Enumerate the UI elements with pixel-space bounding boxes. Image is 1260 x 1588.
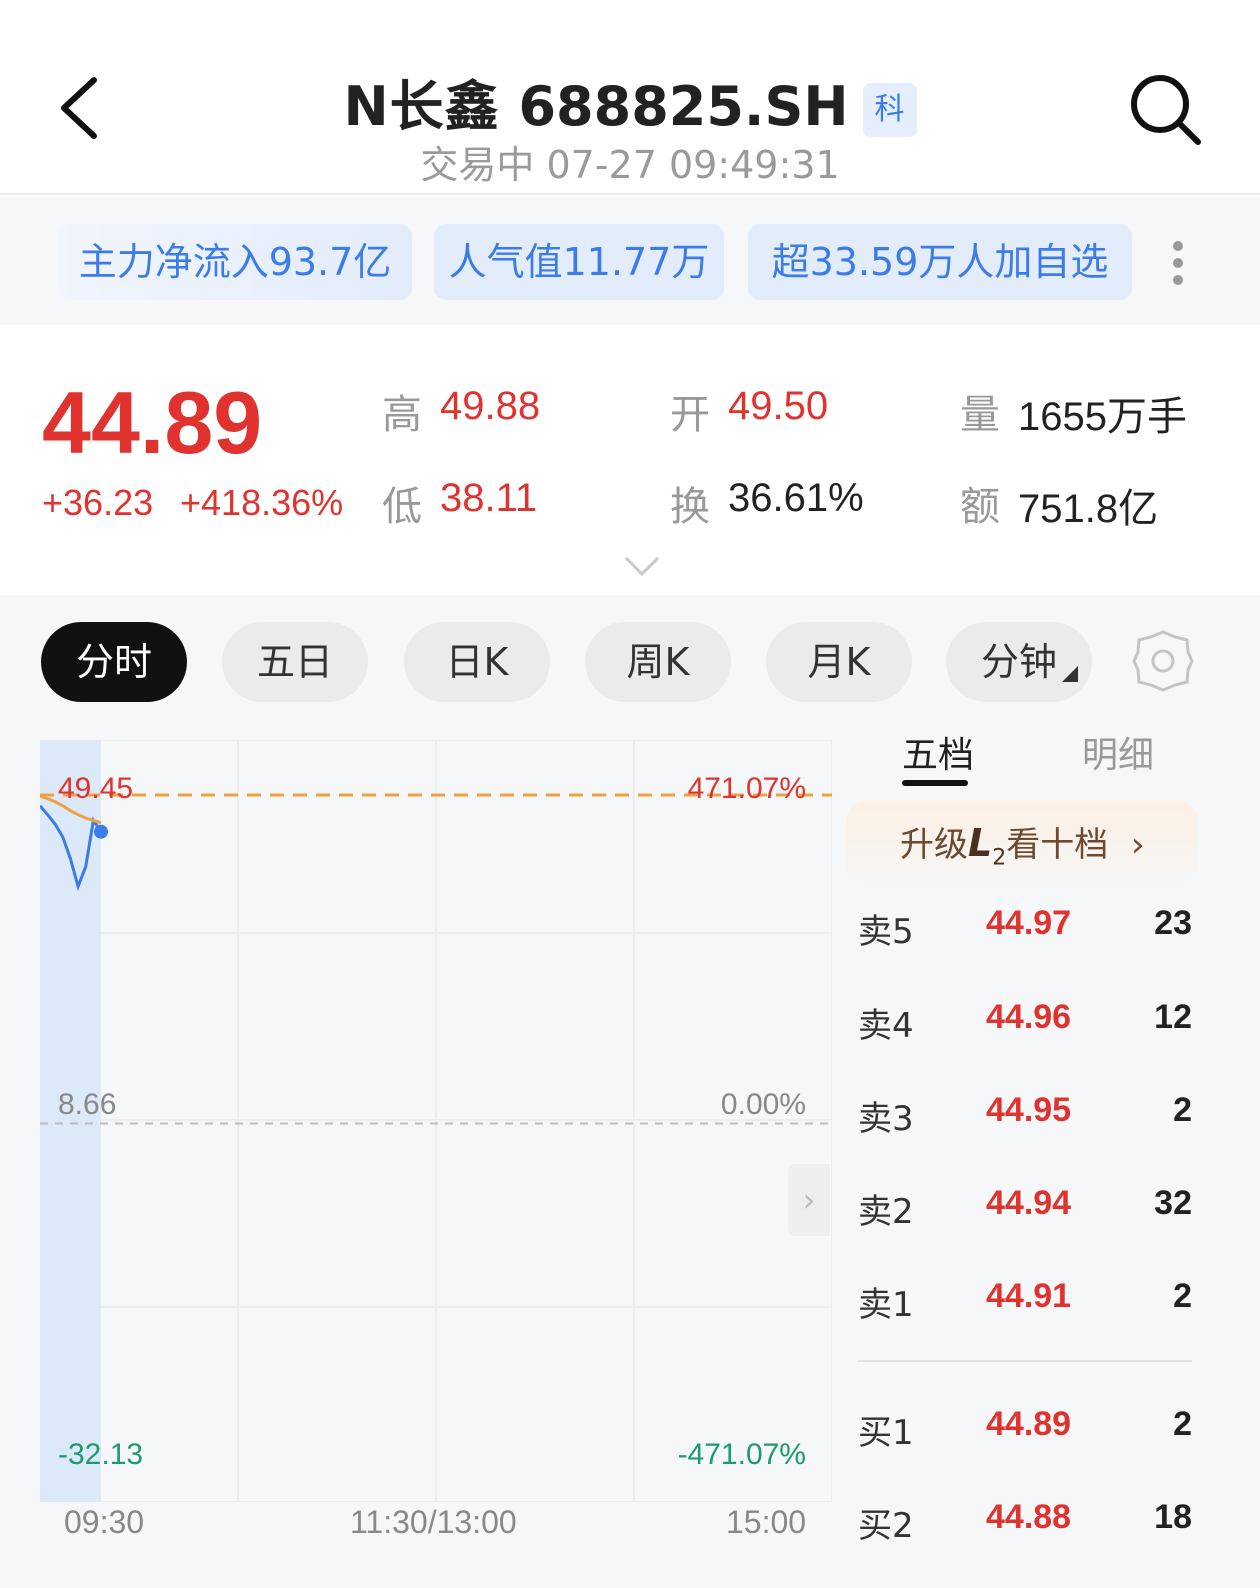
ask-price: 44.96 xyxy=(986,998,1072,1036)
bid-volume: 18 xyxy=(1154,1498,1192,1536)
bid-row[interactable]: 买1 44.89 2 xyxy=(858,1405,1192,1465)
price-change: +36.23 xyxy=(42,482,154,523)
x-axis-label-end: 15:00 xyxy=(726,1504,807,1540)
popularity-tag[interactable]: 人气值11.77万 xyxy=(434,224,724,300)
trading-status: 交易中 07-27 09:49:31 xyxy=(420,143,840,187)
ask-label: 卖1 xyxy=(858,1285,914,1325)
tab-active-indicator xyxy=(902,780,968,786)
tab-trade-detail[interactable]: 明细 xyxy=(1082,726,1154,778)
order-book-divider xyxy=(858,1360,1192,1362)
ask-row[interactable]: 卖1 44.91 2 xyxy=(858,1277,1192,1337)
low-label: 低 xyxy=(382,484,422,530)
ask-volume: 32 xyxy=(1154,1184,1192,1222)
bid-label: 买1 xyxy=(858,1413,914,1453)
tab-daily-k[interactable]: 日K xyxy=(404,622,550,702)
high-value: 49.88 xyxy=(440,384,541,428)
x-axis-label-mid: 11:30/13:00 xyxy=(350,1504,517,1540)
ask-volume: 2 xyxy=(1173,1091,1192,1129)
open-value: 49.50 xyxy=(728,384,829,428)
tab-five-levels[interactable]: 五档 xyxy=(902,726,974,778)
ask-label: 卖3 xyxy=(858,1099,914,1139)
ask-label: 卖2 xyxy=(858,1192,914,1232)
ask-price: 44.91 xyxy=(986,1277,1072,1315)
ask-row[interactable]: 卖5 44.97 23 xyxy=(858,904,1192,964)
bid-price: 44.88 xyxy=(986,1498,1072,1536)
turnover-label: 换 xyxy=(670,484,710,530)
upgrade-l2-banner[interactable]: 升级L2看十档 › xyxy=(846,800,1198,886)
y-axis-pct-base: 0.00% xyxy=(721,1088,806,1121)
l2-logo-icon: L2 xyxy=(968,821,1007,871)
chevron-right-icon: › xyxy=(1131,825,1145,865)
amount-value: 751.8亿 xyxy=(1018,487,1159,531)
ask-volume: 12 xyxy=(1154,998,1192,1036)
tab-monthly-k[interactable]: 月K xyxy=(766,622,912,702)
chart-expand-arrow[interactable]: › xyxy=(788,1164,830,1236)
y-axis-pct-max: 471.07% xyxy=(688,772,806,805)
tab-five-day[interactable]: 五日 xyxy=(222,622,368,702)
settings-gear-icon[interactable] xyxy=(1130,628,1196,694)
ask-row[interactable]: 卖4 44.96 12 xyxy=(858,998,1192,1058)
bid-label: 买2 xyxy=(858,1506,914,1546)
x-axis-label-start: 09:30 xyxy=(64,1504,145,1540)
bid-volume: 2 xyxy=(1173,1405,1192,1443)
tab-intraday[interactable]: 分时 xyxy=(41,622,187,702)
watchlist-tag[interactable]: 超33.59万人加自选 xyxy=(748,224,1132,300)
high-label: 高 xyxy=(382,392,422,438)
current-price: 44.89 xyxy=(42,373,263,472)
stock-code: 688825.SH xyxy=(518,75,849,138)
ask-label: 卖5 xyxy=(858,912,914,952)
bid-row[interactable]: 买2 44.88 18 xyxy=(858,1498,1192,1558)
current-price-dot xyxy=(94,824,108,839)
elapsed-time-band xyxy=(40,740,101,1502)
ask-label: 卖4 xyxy=(858,1006,914,1046)
dropdown-triangle-icon xyxy=(1062,666,1078,682)
stock-name: N长鑫 xyxy=(343,75,500,138)
price-change-percent: +418.36% xyxy=(180,482,344,523)
ask-volume: 2 xyxy=(1173,1277,1192,1315)
main-inflow-tag[interactable]: 主力净流入93.7亿 xyxy=(58,224,412,300)
ask-row[interactable]: 卖3 44.95 2 xyxy=(858,1091,1192,1151)
tab-weekly-k[interactable]: 周K xyxy=(585,622,731,702)
low-value: 38.11 xyxy=(440,476,538,520)
more-options-icon[interactable] xyxy=(1166,238,1190,288)
ask-volume: 23 xyxy=(1154,904,1192,942)
bid-price: 44.89 xyxy=(986,1405,1072,1443)
y-axis-label-max: 49.45 xyxy=(58,772,133,805)
upgrade-prefix: 升级 xyxy=(900,825,968,865)
expand-chevron-icon[interactable] xyxy=(622,554,662,578)
ask-row[interactable]: 卖2 44.94 32 xyxy=(858,1184,1192,1244)
volume-value: 1655万手 xyxy=(1018,395,1187,439)
tab-minute[interactable]: 分钟 xyxy=(946,622,1092,702)
page-title: N长鑫 688825.SH 科 xyxy=(0,62,1260,141)
tab-minute-label: 分钟 xyxy=(980,640,1057,684)
ask-price: 44.97 xyxy=(986,904,1072,942)
y-axis-label-base: 8.66 xyxy=(58,1088,116,1121)
ask-price: 44.95 xyxy=(986,1091,1072,1129)
y-axis-pct-min: -471.07% xyxy=(678,1438,806,1471)
amount-label: 额 xyxy=(960,484,1000,530)
board-badge: 科 xyxy=(862,83,917,137)
intraday-chart[interactable]: 49.45 471.07% 8.66 0.00% -32.13 -471.07% xyxy=(40,740,832,1502)
turnover-value: 36.61% xyxy=(728,476,864,520)
volume-label: 量 xyxy=(960,392,1000,438)
y-axis-label-min: -32.13 xyxy=(58,1438,143,1471)
search-icon[interactable] xyxy=(1128,72,1204,148)
open-label: 开 xyxy=(670,392,710,438)
ask-price: 44.94 xyxy=(986,1184,1072,1222)
upgrade-suffix: 看十档 xyxy=(1006,825,1109,865)
